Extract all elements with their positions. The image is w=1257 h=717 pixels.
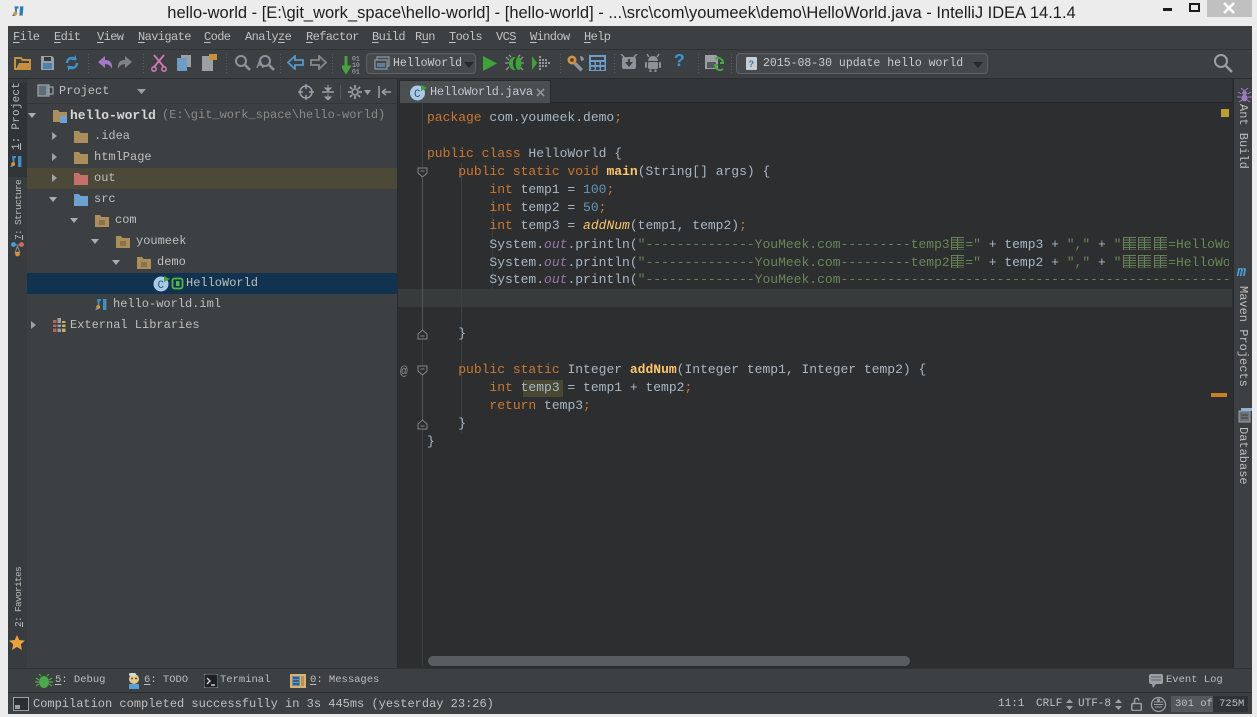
svg-text:01: 01	[352, 69, 360, 75]
svg-text:C: C	[158, 280, 165, 292]
svg-text:C: C	[414, 89, 421, 101]
svg-text:?: ?	[749, 59, 755, 69]
